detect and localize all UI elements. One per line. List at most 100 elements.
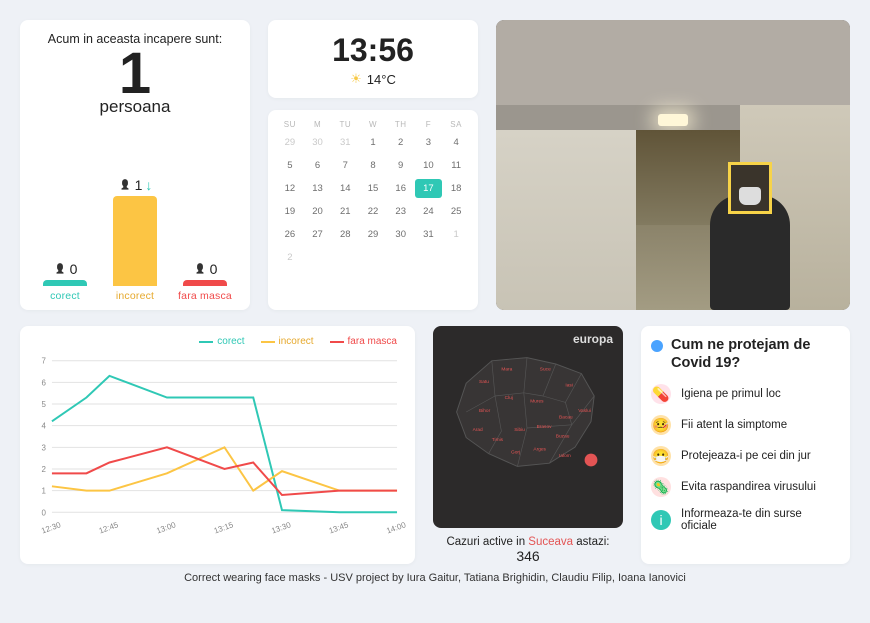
calendar-day-dim[interactable]: 30 <box>304 133 332 152</box>
svg-text:Mures: Mures <box>530 398 544 404</box>
calendar-day[interactable]: 18 <box>442 179 470 198</box>
calendar-day[interactable]: 6 <box>304 156 332 175</box>
calendar-day[interactable]: 7 <box>331 156 359 175</box>
legend-corect: corect <box>217 336 244 347</box>
svg-text:13:30: 13:30 <box>270 520 292 535</box>
head-icon <box>193 262 207 276</box>
calendar-day[interactable]: 23 <box>387 202 415 221</box>
tip-text: Informeaza-te din surse oficiale <box>681 508 836 532</box>
bullet-icon <box>651 340 663 352</box>
calendar-day[interactable]: 5 <box>276 156 304 175</box>
tip-text: Evita raspandirea virusului <box>681 481 816 493</box>
map-caption-suffix: astazi: <box>573 536 609 548</box>
calendar-day[interactable]: 2 <box>387 133 415 152</box>
clock-temperature: 14°C <box>367 72 396 87</box>
calendar-day[interactable]: 13 <box>304 179 332 198</box>
svg-text:Ialom: Ialom <box>559 453 571 459</box>
svg-text:Buzau: Buzau <box>556 434 570 440</box>
series-fara-masca <box>52 447 397 495</box>
svg-text:3: 3 <box>42 443 47 452</box>
footer-credit: Correct wearing face masks - USV project… <box>20 572 850 584</box>
calendar-dow: M <box>304 120 332 129</box>
svg-text:Brasov: Brasov <box>537 424 553 430</box>
sun-icon: ☀ <box>350 71 362 87</box>
calendar-day[interactable]: 26 <box>276 225 304 244</box>
face-detection-box <box>728 162 772 214</box>
sick-icon: 🤒 <box>651 415 671 435</box>
pill-icon: 💊 <box>651 384 671 404</box>
svg-text:2: 2 <box>42 465 47 474</box>
calendar-dow: SU <box>276 120 304 129</box>
calendar-day[interactable]: 17 <box>415 179 443 198</box>
map-caption-region: Suceava <box>528 536 573 548</box>
calendar-day[interactable]: 10 <box>415 156 443 175</box>
head-icon <box>118 178 132 192</box>
calendar-day[interactable]: 19 <box>276 202 304 221</box>
calendar-day[interactable]: 1 <box>359 133 387 152</box>
calendar-day[interactable]: 4 <box>442 133 470 152</box>
calendar-day[interactable]: 24 <box>415 202 443 221</box>
calendar-dow: SA <box>442 120 470 129</box>
bar-corect <box>43 280 87 286</box>
svg-text:4: 4 <box>42 422 47 431</box>
map-caption: Cazuri active in Suceava astazi: 346 <box>433 536 623 564</box>
svg-text:Timis: Timis <box>492 437 504 443</box>
svg-text:12:45: 12:45 <box>98 520 120 535</box>
svg-text:13:45: 13:45 <box>328 520 350 535</box>
calendar-card: SUMTUWTHFSA29303112345678910111213141516… <box>268 110 478 310</box>
calendar-day-dim[interactable]: 1 <box>442 225 470 244</box>
history-chart: corect incorect fara masca 0123456712:30… <box>20 326 415 564</box>
calendar-day-dim[interactable]: 31 <box>331 133 359 152</box>
svg-text:Arad: Arad <box>473 427 483 433</box>
calendar-day-dim[interactable]: 2 <box>276 248 304 267</box>
calendar-day[interactable]: 27 <box>304 225 332 244</box>
bar-col-incorect: 1 ↓ incorect <box>105 177 165 302</box>
chart-legend: corect incorect fara masca <box>199 336 397 347</box>
svg-text:6: 6 <box>42 378 47 387</box>
calendar-day[interactable]: 31 <box>415 225 443 244</box>
tip-item: 🤒Fii atent la simptome <box>651 415 836 435</box>
calendar-day[interactable]: 22 <box>359 202 387 221</box>
calendar-dow: TH <box>387 120 415 129</box>
tips-title: Cum ne protejam de Covid 19? <box>671 336 836 372</box>
svg-text:1: 1 <box>42 487 47 496</box>
svg-text:Iasi: Iasi <box>565 382 572 388</box>
bar-count-incorect: 1 <box>135 177 143 193</box>
bar-count-nomask: 0 <box>210 261 218 277</box>
bar-label-nomask: fara masca <box>178 290 232 302</box>
svg-text:5: 5 <box>42 400 47 409</box>
virus-icon: 🦠 <box>651 477 671 497</box>
calendar-day[interactable]: 11 <box>442 156 470 175</box>
calendar-day[interactable]: 9 <box>387 156 415 175</box>
calendar-day[interactable]: 16 <box>387 179 415 198</box>
svg-text:13:15: 13:15 <box>213 520 235 535</box>
calendar-day[interactable]: 25 <box>442 202 470 221</box>
calendar-day[interactable]: 14 <box>331 179 359 198</box>
middle-column: 13:56 ☀ 14°C SUMTUWTHFSA2930311234567891… <box>268 20 478 310</box>
calendar-day[interactable]: 20 <box>304 202 332 221</box>
svg-text:14:00: 14:00 <box>385 520 407 535</box>
calendar-dow: TU <box>331 120 359 129</box>
calendar-day[interactable]: 30 <box>387 225 415 244</box>
tip-item: 💊Igiena pe primul loc <box>651 384 836 404</box>
calendar-day[interactable]: 3 <box>415 133 443 152</box>
svg-text:Cluj: Cluj <box>505 395 513 401</box>
svg-text:12:30: 12:30 <box>40 520 62 535</box>
calendar-day[interactable]: 15 <box>359 179 387 198</box>
svg-text:7: 7 <box>42 357 47 366</box>
clock-time: 13:56 <box>276 32 470 69</box>
bar-col-corect: 0 corect <box>35 261 95 302</box>
svg-text:Mara: Mara <box>501 366 512 372</box>
calendar-day[interactable]: 28 <box>331 225 359 244</box>
calendar-day-dim[interactable]: 29 <box>276 133 304 152</box>
map-caption-prefix: Cazuri active in <box>446 536 528 548</box>
bar-incorect <box>113 196 157 286</box>
tips-panel: Cum ne protejam de Covid 19? 💊Igiena pe … <box>641 326 850 564</box>
people-panel: Acum in aceasta incapere sunt: 1 persoan… <box>20 20 250 310</box>
map-panel: europa SatuMaraSuce IasiVasluiBacau Mure… <box>433 326 623 564</box>
calendar-day[interactable]: 29 <box>359 225 387 244</box>
calendar-day[interactable]: 12 <box>276 179 304 198</box>
calendar-day[interactable]: 8 <box>359 156 387 175</box>
legend-nomask: fara masca <box>348 336 397 347</box>
calendar-day[interactable]: 21 <box>331 202 359 221</box>
